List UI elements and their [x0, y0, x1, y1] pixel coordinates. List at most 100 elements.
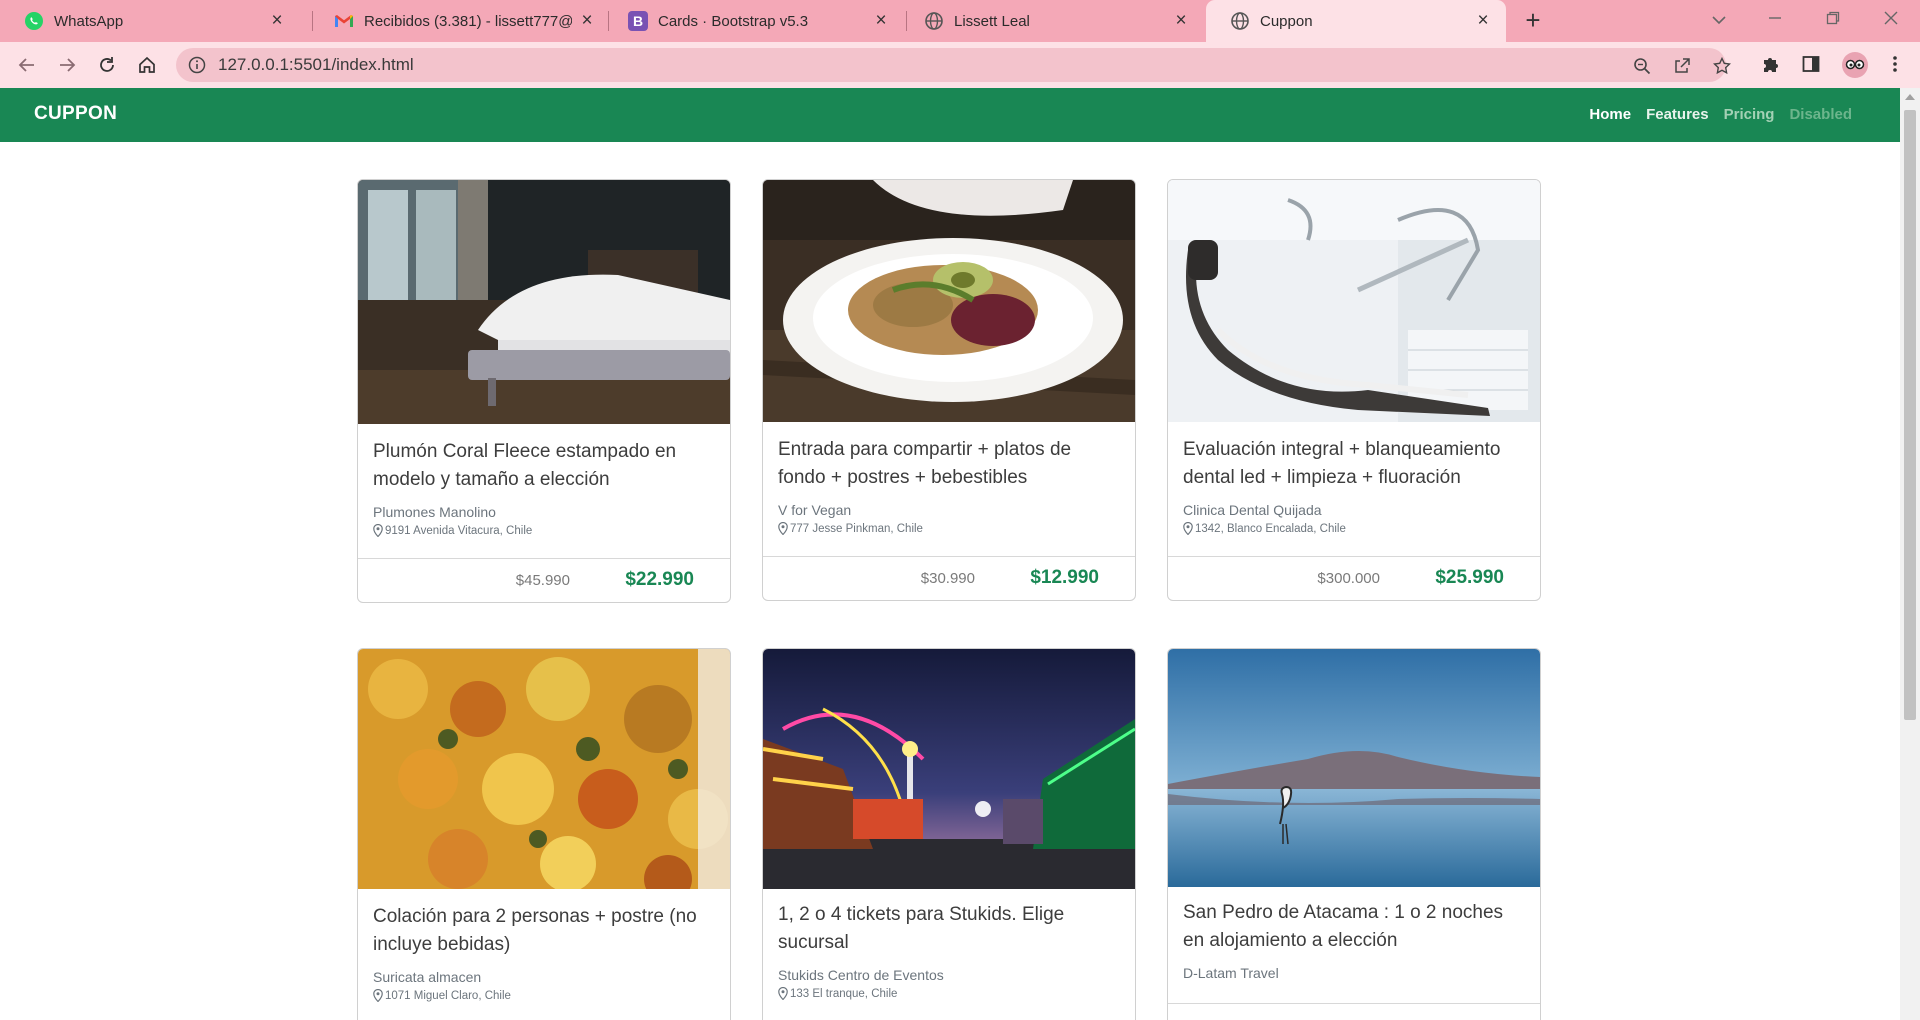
- vertical-scrollbar[interactable]: [1900, 88, 1920, 1020]
- close-icon[interactable]: ×: [872, 11, 890, 30]
- map-pin-icon: [778, 522, 788, 535]
- deal-card[interactable]: Colación para 2 personas + postre (no in…: [357, 648, 731, 1020]
- tab-lissett-leal[interactable]: Lissett Leal ×: [900, 0, 1204, 42]
- site-navbar: CUPPON Home Features Pricing Disabled: [0, 88, 1900, 142]
- profile-avatar[interactable]: [1842, 52, 1868, 78]
- card-address: 1071 Miguel Claro, Chile: [373, 989, 715, 1002]
- close-icon[interactable]: ×: [578, 11, 596, 30]
- card-body: Colación para 2 personas + postre (no in…: [373, 903, 715, 1002]
- card-vendor: Stukids Centro de Eventos: [778, 967, 944, 983]
- browser-tab-strip: WhatsApp × Recibidos (3.381) - lissett77…: [0, 0, 1920, 42]
- window-close-icon[interactable]: [1876, 8, 1906, 34]
- tab-bootstrap[interactable]: B Cards · Bootstrap v5.3 ×: [604, 0, 904, 42]
- tab-title: Lissett Leal: [954, 12, 1030, 30]
- globe-icon: [924, 11, 944, 31]
- scroll-up-arrow-icon[interactable]: [1905, 94, 1915, 100]
- minimize-icon[interactable]: [1760, 8, 1790, 34]
- card-body: 1, 2 o 4 tickets para Stukids. Elige suc…: [778, 901, 1120, 1000]
- bedroom-photo: [358, 180, 730, 424]
- share-icon[interactable]: [1672, 56, 1692, 76]
- card-title[interactable]: Plumón Coral Fleece estampado en modelo …: [373, 438, 715, 494]
- new-tab-plus-icon[interactable]: +: [1520, 7, 1546, 34]
- zoom-icon[interactable]: [1632, 56, 1652, 76]
- tab-gmail[interactable]: Recibidos (3.381) - lissett777@gmail.com…: [310, 0, 610, 42]
- card-address: 1342, Blanco Encalada, Chile: [1183, 522, 1525, 535]
- card-title[interactable]: San Pedro de Atacama : 1 o 2 noches en a…: [1183, 899, 1525, 955]
- close-icon[interactable]: ×: [268, 11, 286, 30]
- nav-link-home[interactable]: Home: [1589, 106, 1631, 123]
- tab-title: Recibidos (3.381) - lissett777@gmail.com: [364, 12, 572, 30]
- deal-card[interactable]: 1, 2 o 4 tickets para Stukids. Elige suc…: [762, 648, 1136, 1020]
- nav-link-pricing[interactable]: Pricing: [1724, 106, 1775, 123]
- bookmark-star-icon[interactable]: [1712, 56, 1732, 76]
- card-title[interactable]: Colación para 2 personas + postre (no in…: [373, 903, 715, 959]
- card-body: Entrada para compartir + platos de fondo…: [778, 436, 1120, 535]
- card-address: 133 El tranque, Chile: [778, 987, 1120, 1000]
- card-title[interactable]: 1, 2 o 4 tickets para Stukids. Elige suc…: [778, 901, 1120, 957]
- tab-title: Cards · Bootstrap v5.3: [658, 12, 809, 30]
- card-body: Plumón Coral Fleece estampado en modelo …: [373, 438, 715, 537]
- new-price: $12.990: [1030, 567, 1099, 588]
- forward-arrow-icon[interactable]: [52, 50, 82, 80]
- browser-toolbar: 127.0.0.1:5501/index.html: [0, 42, 1920, 88]
- deal-card[interactable]: Evaluación integral + blanqueamiento den…: [1167, 179, 1541, 601]
- card-title[interactable]: Entrada para compartir + platos de fondo…: [778, 436, 1120, 492]
- kebab-menu-icon[interactable]: [1884, 53, 1906, 75]
- card-footer: $45.990 $22.990: [358, 558, 730, 602]
- card-vendor: Clinica Dental Quijada: [1183, 502, 1322, 518]
- deal-card[interactable]: Plumón Coral Fleece estampado en modelo …: [357, 179, 731, 603]
- map-pin-icon: [373, 524, 383, 537]
- site-info-icon[interactable]: [188, 56, 206, 74]
- map-pin-icon: [1183, 522, 1193, 535]
- new-price: $25.990: [1435, 567, 1504, 588]
- card-address-text: 9191 Avenida Vitacura, Chile: [385, 524, 533, 537]
- old-price: $30.990: [920, 570, 975, 587]
- salad-photo: [763, 180, 1135, 422]
- bootstrap-icon: B: [628, 11, 648, 31]
- map-pin-icon: [373, 989, 383, 1002]
- card-footer: $30.990 $12.990: [763, 556, 1135, 600]
- nav-links: Home Features Pricing Disabled: [1574, 106, 1852, 123]
- card-address-text: 133 El tranque, Chile: [790, 987, 898, 1000]
- card-address-text: 1071 Miguel Claro, Chile: [385, 989, 511, 1002]
- restore-icon[interactable]: [1818, 8, 1848, 34]
- old-price: $300.000: [1317, 570, 1380, 587]
- new-price: $22.990: [625, 569, 694, 590]
- scrollbar-thumb[interactable]: [1904, 110, 1916, 720]
- extensions-puzzle-icon[interactable]: [1760, 53, 1782, 75]
- old-price: $45.990: [515, 572, 570, 589]
- tab-title: Cuppon: [1260, 12, 1313, 30]
- dental-chair-photo: [1168, 180, 1540, 422]
- url-text: 127.0.0.1:5501/index.html: [218, 55, 414, 74]
- card-address: 777 Jesse Pinkman, Chile: [778, 522, 1120, 535]
- card-footer: $300.000 $25.990: [1168, 556, 1540, 600]
- address-bar[interactable]: 127.0.0.1:5501/index.html: [176, 48, 1731, 82]
- tab-search-chevron-icon[interactable]: [1704, 8, 1734, 34]
- svg-text:B: B: [633, 13, 643, 29]
- card-vendor: V for Vegan: [778, 502, 852, 518]
- card-address-text: 777 Jesse Pinkman, Chile: [790, 522, 923, 535]
- card-title[interactable]: Evaluación integral + blanqueamiento den…: [1183, 436, 1525, 492]
- gmail-icon: [334, 11, 354, 31]
- nav-link-features[interactable]: Features: [1646, 106, 1709, 123]
- card-body: San Pedro de Atacama : 1 o 2 noches en a…: [1183, 899, 1525, 981]
- nav-link-disabled: Disabled: [1789, 106, 1852, 123]
- brand-logo[interactable]: CUPPON: [34, 103, 117, 125]
- tab-whatsapp[interactable]: WhatsApp ×: [0, 0, 300, 42]
- card-vendor: Plumones Manolino: [373, 504, 496, 520]
- close-icon[interactable]: ×: [1172, 11, 1190, 30]
- back-arrow-icon[interactable]: [12, 50, 42, 80]
- tab-cuppon[interactable]: Cuppon ×: [1206, 0, 1506, 42]
- card-vendor: D-Latam Travel: [1183, 965, 1279, 981]
- card-address: 9191 Avenida Vitacura, Chile: [373, 524, 715, 537]
- atacama-photo: [1168, 649, 1540, 887]
- side-panel-icon[interactable]: [1800, 53, 1822, 75]
- deal-card[interactable]: Entrada para compartir + platos de fondo…: [762, 179, 1136, 601]
- home-icon[interactable]: [132, 50, 162, 80]
- globe-icon: [1230, 11, 1250, 31]
- close-icon[interactable]: ×: [1474, 11, 1492, 30]
- deal-card[interactable]: San Pedro de Atacama : 1 o 2 noches en a…: [1167, 648, 1541, 1020]
- card-address-text: 1342, Blanco Encalada, Chile: [1195, 522, 1346, 535]
- card-footer: [1168, 1003, 1540, 1020]
- reload-icon[interactable]: [92, 50, 122, 80]
